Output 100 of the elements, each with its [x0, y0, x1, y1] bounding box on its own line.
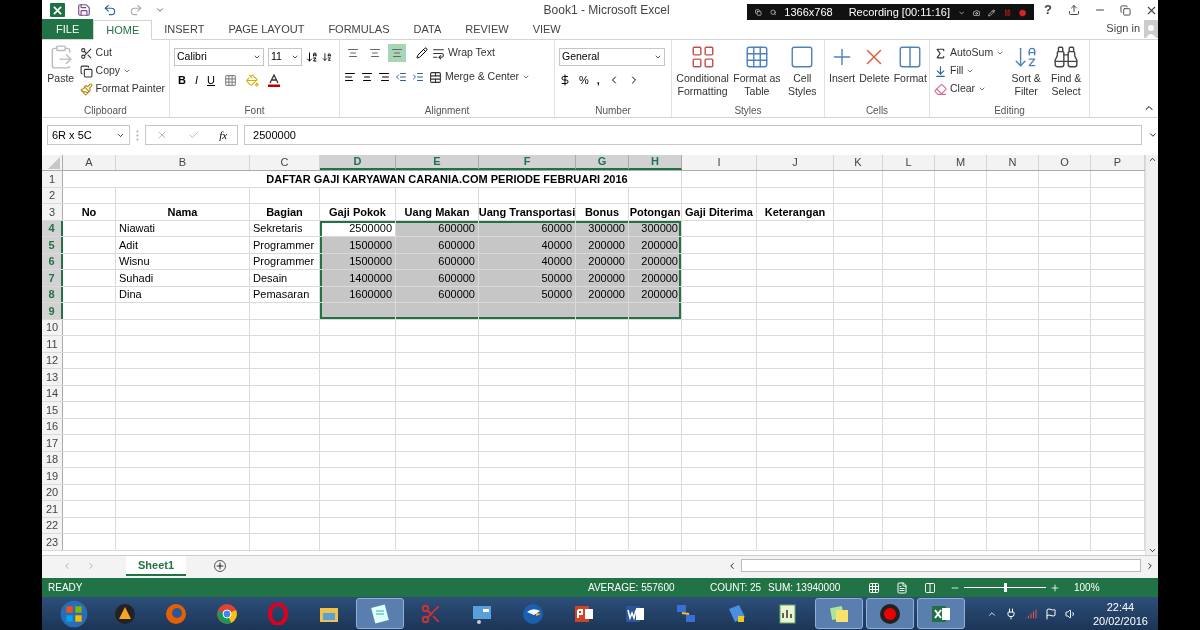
borders-icon[interactable]: [223, 73, 237, 87]
record-app-icon[interactable]: [879, 602, 901, 625]
start-orb-icon[interactable]: [60, 599, 88, 628]
window-icon[interactable]: [755, 7, 762, 18]
volume-icon[interactable]: [1064, 607, 1077, 620]
row-header[interactable]: 19: [42, 468, 63, 484]
column-header[interactable]: H: [629, 155, 682, 170]
bold-button[interactable]: B: [178, 72, 186, 89]
round-browser-icon[interactable]: [216, 602, 238, 625]
page-layout-icon[interactable]: [896, 581, 908, 594]
cell-styles-button[interactable]: Cell Styles: [784, 44, 820, 103]
column-header[interactable]: B: [116, 155, 250, 170]
row-header[interactable]: 7: [42, 270, 63, 286]
ribbon-tab[interactable]: INSERT: [152, 19, 217, 39]
column-header[interactable]: I: [682, 155, 757, 170]
book-icon[interactable]: [726, 602, 748, 625]
format-button[interactable]: Format: [893, 44, 927, 103]
fox-browser-icon[interactable]: [165, 602, 187, 625]
percent-button[interactable]: %: [579, 72, 589, 89]
zoom-icon[interactable]: [769, 7, 777, 18]
cut-button[interactable]: Cut: [79, 44, 165, 62]
insert-function-button[interactable]: fx: [219, 126, 228, 144]
row-header[interactable]: 21: [42, 501, 63, 517]
column-header[interactable]: J: [757, 155, 834, 170]
row-header[interactable]: 3: [42, 204, 63, 220]
restore-icon[interactable]: [1120, 4, 1131, 16]
row-header[interactable]: 5: [42, 237, 63, 253]
row-header[interactable]: 15: [42, 402, 63, 418]
ribbon-tab[interactable]: REVIEW: [453, 19, 521, 39]
clock-time[interactable]: 22:44: [1106, 599, 1135, 614]
align-right-icon[interactable]: [378, 71, 390, 83]
action-center-icon[interactable]: [1044, 607, 1057, 620]
format-as-table-button[interactable]: Format as Table: [733, 44, 781, 103]
formula-field[interactable]: 2500000: [244, 125, 1143, 145]
row-header[interactable]: 11: [42, 336, 63, 352]
column-header[interactable]: D: [320, 155, 396, 170]
underline-button[interactable]: U: [207, 72, 215, 89]
undo-icon[interactable]: [103, 3, 117, 17]
row-header[interactable]: 13: [42, 369, 63, 385]
currency-icon[interactable]: [559, 74, 571, 87]
italic-button[interactable]: I: [194, 72, 198, 89]
merge-center-button[interactable]: Merge & Center: [429, 68, 531, 86]
ribbon-tab[interactable]: VIEW: [520, 19, 573, 39]
paste-button[interactable]: Paste: [46, 44, 76, 103]
wrap-text-button[interactable]: Wrap Text: [432, 44, 495, 62]
scroll-right-icon[interactable]: [1145, 560, 1155, 571]
help-button[interactable]: ?: [1044, 0, 1052, 20]
scroll-left-icon[interactable]: [727, 560, 737, 571]
column-header[interactable]: O: [1039, 155, 1091, 170]
align-left-icon[interactable]: [344, 71, 356, 83]
number-format-field[interactable]: General: [559, 48, 665, 66]
format-painter-button[interactable]: Format Painter: [79, 80, 165, 98]
stop-icon[interactable]: [1018, 6, 1027, 19]
column-header[interactable]: E: [396, 155, 479, 170]
normal-view-icon[interactable]: [868, 581, 880, 594]
vertical-scrollbar[interactable]: [1145, 155, 1158, 555]
expand-formula-icon[interactable]: [1148, 130, 1158, 140]
column-header[interactable]: A: [63, 155, 116, 170]
customize-icon[interactable]: [155, 5, 165, 15]
column-header[interactable]: G: [576, 155, 629, 170]
sheet-tab[interactable]: Sheet1: [126, 556, 187, 576]
increase-indent-icon[interactable]: [412, 71, 424, 83]
ribbon-tab[interactable]: HOME: [93, 20, 153, 40]
grip-icon[interactable]: [136, 130, 140, 141]
vertical-align-button[interactable]: [388, 44, 406, 62]
scroll-up-icon[interactable]: [1147, 155, 1157, 164]
ribbon-tab[interactable]: DATA: [401, 19, 454, 39]
delete-button[interactable]: Delete: [859, 44, 890, 103]
autosum-button[interactable]: AutoSum: [934, 44, 1005, 62]
font-color-icon[interactable]: [267, 73, 280, 87]
fill-button[interactable]: Fill: [934, 62, 1005, 80]
horizontal-scrollbar[interactable]: [741, 559, 1141, 572]
comma-button[interactable]: ,: [596, 72, 600, 89]
page-break-icon[interactable]: [924, 581, 936, 594]
clear-button[interactable]: Clear: [934, 80, 1005, 98]
name-box[interactable]: 6R x 5C: [47, 125, 131, 145]
zoom-in-icon[interactable]: [1050, 582, 1060, 593]
copy-button[interactable]: Copy: [79, 62, 165, 80]
save-icon[interactable]: [77, 3, 91, 17]
sign-in-link[interactable]: Sign in: [1106, 19, 1140, 36]
row-header[interactable]: 9: [42, 303, 63, 319]
pen-icon[interactable]: [988, 6, 996, 19]
column-header[interactable]: F: [479, 155, 576, 170]
row-header[interactable]: 17: [42, 435, 63, 451]
network-icon[interactable]: [675, 602, 697, 625]
triangle-app-icon[interactable]: [114, 602, 136, 625]
bird-app-icon[interactable]: [522, 602, 544, 625]
scroll-down-icon[interactable]: [1147, 546, 1157, 555]
decrease-indent-icon[interactable]: [395, 71, 407, 83]
font-name-field[interactable]: Calibri: [174, 48, 264, 66]
ribbon-tab[interactable]: PAGE LAYOUT: [216, 19, 317, 39]
column-header[interactable]: L: [883, 155, 935, 170]
sort-filter-button[interactable]: Sort & Filter: [1008, 44, 1045, 103]
font-size-field[interactable]: 11: [268, 48, 302, 66]
file-tab[interactable]: FILE: [42, 19, 94, 39]
insert-button[interactable]: Insert: [829, 44, 856, 103]
chart-pad-icon[interactable]: [777, 602, 799, 625]
power-icon[interactable]: [1004, 607, 1017, 620]
zoom-slider-thumb[interactable]: [1004, 583, 1007, 592]
ribbon-display-icon[interactable]: [1068, 4, 1080, 16]
